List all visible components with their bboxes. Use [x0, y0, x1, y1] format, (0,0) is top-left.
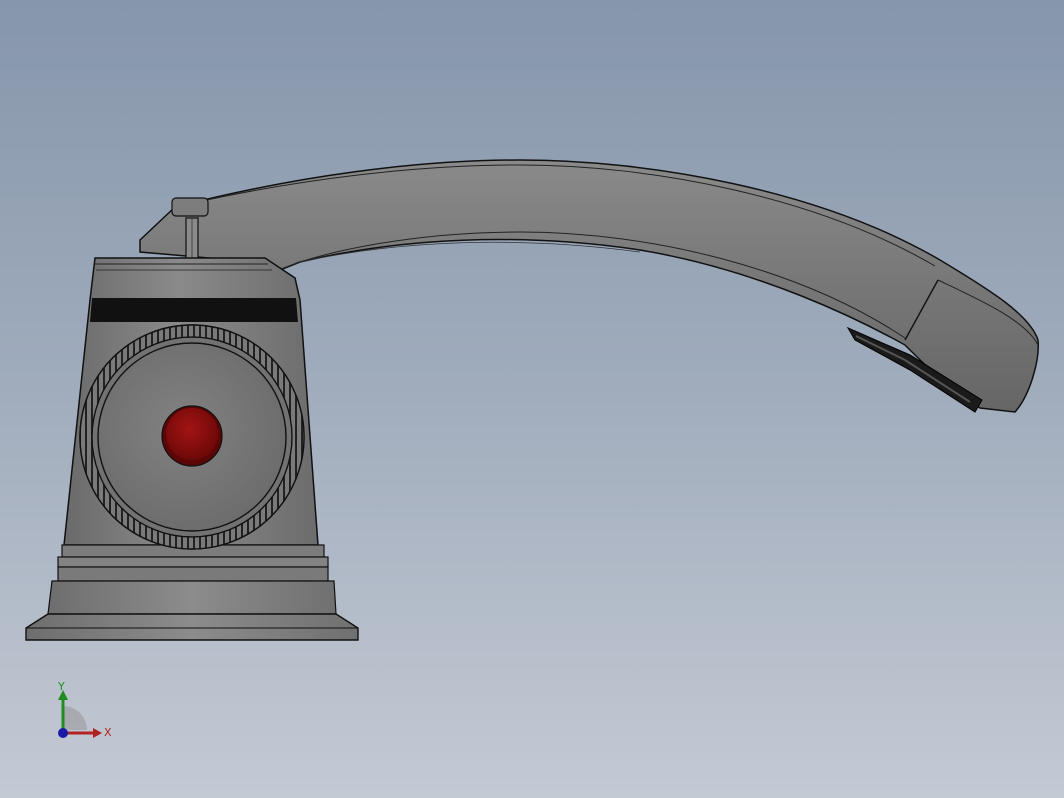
y-axis-label: Y	[57, 680, 65, 693]
z-axis-dot	[58, 728, 68, 738]
base-plate	[25, 613, 359, 641]
faucet-model[interactable]	[0, 0, 1064, 798]
x-axis-label: X	[104, 726, 112, 739]
graphics-viewport[interactable]: Y X	[0, 0, 1064, 798]
temperature-knob[interactable]	[79, 324, 305, 550]
coordinate-triad: Y X	[57, 680, 112, 739]
triad-plane-icon	[63, 706, 87, 730]
body-band	[90, 298, 298, 322]
